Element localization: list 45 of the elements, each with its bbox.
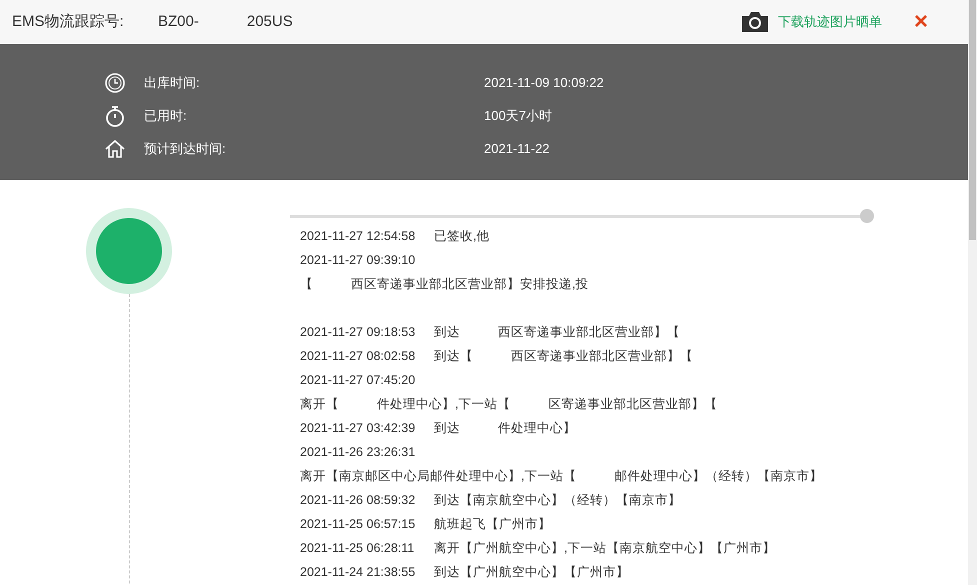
event-text: 区寄递事业部北区营业部】【 xyxy=(548,396,718,413)
event-text: 件处理中心】 xyxy=(498,420,576,437)
event-time: 2021-11-27 07:45:20 xyxy=(300,372,416,389)
event-time: 2021-11-24 21:38:55 xyxy=(300,564,416,581)
event-text: 离开【广州航空中心】,下一站【南京航空中心】【广州市】 xyxy=(434,540,776,557)
event-text: 件处理中心】,下一站【 xyxy=(377,396,510,413)
summary-label: 出库时间: xyxy=(144,74,201,92)
event-time: 2021-11-27 09:39:10 xyxy=(300,252,416,269)
event-time: 2021-11-27 03:42:39 xyxy=(300,420,416,437)
tracking-number: BZ00- xyxy=(158,12,199,32)
event-text: 到达 xyxy=(434,324,460,341)
camera-icon[interactable] xyxy=(740,11,770,33)
event-time: 2021-11-27 08:02:58 xyxy=(300,348,416,365)
summary-label: 预计到达时间: xyxy=(144,140,227,158)
event-text: 【 xyxy=(300,276,313,293)
scrollbar[interactable] xyxy=(968,0,977,585)
event-time: 2021-11-25 06:57:15 xyxy=(300,516,416,533)
event-text: 西区寄递事业部北区营业部】安排投递,投 xyxy=(351,276,588,293)
event-time: 2021-11-25 06:28:11 xyxy=(300,540,416,557)
event-text: 邮件处理中心】（经转）【南京市】 xyxy=(614,468,822,485)
summary-value: 2021-11-09 10:09:22 xyxy=(484,74,604,92)
event-time: 2021-11-27 09:18:53 xyxy=(300,324,416,341)
event-text: 航班起飞【广州市】 xyxy=(434,516,551,533)
download-link[interactable]: 下载轨迹图片晒单 xyxy=(778,12,882,32)
home-icon xyxy=(104,138,126,160)
event-text: 到达 xyxy=(434,420,460,437)
event-time: 2021-11-26 08:59:32 xyxy=(300,492,416,509)
summary-value: 2021-11-22 xyxy=(484,140,550,158)
tracking-number: 205US xyxy=(246,12,293,32)
summary-label: 已用时: xyxy=(144,106,188,125)
clock-icon xyxy=(104,72,126,94)
event-text: 西区寄递事业部北区营业部】【 xyxy=(511,348,693,365)
event-time: 2021-11-27 12:54:58 xyxy=(300,228,416,245)
close-button[interactable]: × xyxy=(914,10,928,34)
stopwatch-icon xyxy=(104,104,126,126)
summary-value: 100天7小时 xyxy=(484,106,552,125)
event-text: 离开【 xyxy=(300,396,339,413)
event-text: 西区寄递事业部北区营业部】【 xyxy=(498,324,680,341)
event-text: 已签收,他 xyxy=(434,228,490,245)
event-time: 2021-11-26 23:26:31 xyxy=(300,444,416,461)
event-text: 到达【广州航空中心】【广州市】 xyxy=(434,564,629,581)
tracking-label: EMS物流跟踪号: xyxy=(12,12,125,32)
event-text: 到达【南京航空中心】（经转）【南京市】 xyxy=(434,492,681,509)
event-text: 离开【南京邮区中心局邮件处理中心】,下一站【 xyxy=(300,468,576,485)
event-text: 到达【 xyxy=(434,348,473,365)
